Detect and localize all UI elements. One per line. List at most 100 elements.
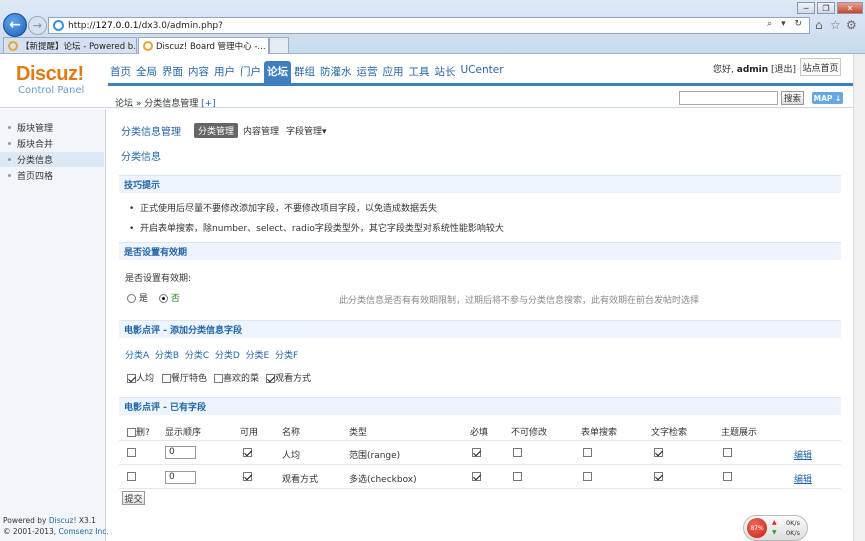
col-required: 必填 — [470, 428, 489, 438]
text-search-checkbox[interactable] — [654, 472, 663, 481]
nav-item-admin[interactable]: 站长 — [433, 61, 458, 83]
nav-item-group[interactable]: 群组 — [292, 61, 317, 83]
ie-tab-icon — [8, 40, 18, 51]
edit-link[interactable]: 编辑 — [794, 448, 812, 461]
network-monitor: 87% ▲ ▼ 0K/s 0K/s — [743, 515, 808, 541]
forward-button[interactable]: → — [28, 16, 47, 35]
powered-version: X3.1 — [78, 516, 96, 525]
admin-search-button[interactable]: 搜索 — [781, 91, 804, 105]
submit-button[interactable]: 提交 — [122, 491, 145, 505]
powered-brand[interactable]: Discuz! — [49, 516, 77, 525]
nav-item-style[interactable]: 界面 — [160, 61, 185, 83]
back-button[interactable]: ← — [3, 13, 27, 37]
nav-item-forum[interactable]: 论坛 — [264, 61, 291, 83]
nav-item-global[interactable]: 全局 — [134, 61, 159, 83]
add-shortcut-link[interactable]: [+] — [201, 99, 216, 109]
validity-radio-no[interactable]: 否 — [159, 291, 180, 304]
readonly-checkbox[interactable] — [513, 448, 522, 457]
field-option-renjun[interactable]: 人均 — [127, 371, 154, 384]
browser-tab-forum[interactable]: 【新提醒】论坛 - Powered b... — [3, 37, 137, 53]
nav-item-ucenter[interactable]: UCenter — [459, 61, 506, 83]
validity-radio-yes[interactable]: 是 — [127, 291, 148, 304]
powered-text: Powered by — [3, 516, 47, 525]
nav-item-user[interactable]: 用户 — [212, 61, 237, 83]
radio-yes[interactable] — [127, 294, 136, 303]
greeting: 您好, — [713, 65, 734, 75]
new-tab-button[interactable] — [269, 37, 289, 53]
delete-checkbox[interactable] — [127, 472, 136, 481]
col-enabled: 可用 — [240, 428, 259, 438]
readonly-checkbox[interactable] — [513, 472, 522, 481]
nav-item-tools[interactable]: 工具 — [407, 61, 432, 83]
category-b-link[interactable]: 分类B — [155, 351, 179, 361]
row-divider — [119, 488, 841, 489]
category-a-link[interactable]: 分类A — [125, 351, 149, 361]
order-input[interactable]: 0 — [165, 471, 196, 484]
col-delete: 删? — [127, 425, 150, 438]
col-show: 主题展示 — [721, 428, 758, 438]
breadcrumb-text: 论坛 » 分类信息管理 — [115, 99, 199, 109]
site-home-button[interactable]: 站点首页 — [800, 58, 841, 76]
tab-category-manage[interactable]: 分类管理 — [194, 123, 239, 138]
text-search-checkbox[interactable] — [654, 448, 663, 457]
checkbox[interactable] — [266, 374, 275, 383]
field-option-viewing[interactable]: 观看方式 — [266, 371, 311, 384]
bullet-icon — [8, 142, 11, 145]
sidebar-item-grid[interactable]: 首页四格 — [0, 168, 104, 183]
sidebar-item-threadtypes[interactable]: 分类信息 — [0, 152, 104, 167]
home-icon[interactable]: ⌂ — [815, 18, 823, 32]
sidebar-item-merge[interactable]: 版块合并 — [0, 136, 104, 151]
category-links: 分类A 分类B 分类C 分类D 分类E 分类F — [125, 348, 298, 361]
bullet-icon — [8, 126, 11, 129]
nav-item-operation[interactable]: 运营 — [355, 61, 380, 83]
enabled-checkbox[interactable] — [243, 448, 252, 457]
select-all-checkbox[interactable] — [127, 428, 136, 437]
tab-content-manage[interactable]: 内容管理 — [243, 124, 279, 137]
field-option-feature[interactable]: 餐厅特色 — [162, 371, 207, 384]
address-tools-icon[interactable]: ⌕ ▾ ↻ — [767, 19, 805, 29]
checkbox[interactable] — [162, 374, 171, 383]
company-link[interactable]: Comsenz Inc. — [59, 527, 109, 536]
map-button[interactable]: MAP ↓ — [812, 92, 843, 104]
address-bar[interactable]: http://127.0.0.1/dx3.0/admin.php? ⌕ ▾ ↻ — [48, 17, 810, 34]
show-checkbox[interactable] — [723, 472, 732, 481]
field-name: 人均 — [282, 451, 301, 461]
settings-gear-icon[interactable]: ⚙ — [846, 18, 857, 32]
window-close-button[interactable]: ✕ — [837, 2, 863, 14]
checkbox[interactable] — [127, 374, 136, 383]
radio-no[interactable] — [159, 294, 168, 303]
scrollbar[interactable] — [853, 54, 865, 541]
checkbox[interactable] — [214, 374, 223, 383]
form-search-checkbox[interactable] — [583, 472, 592, 481]
order-input[interactable]: 0 — [165, 446, 196, 459]
ie-tab-icon — [143, 41, 153, 51]
tab-field-manage[interactable]: 字段管理▾ — [286, 124, 327, 137]
favorites-star-icon[interactable]: ☆ — [830, 18, 841, 32]
tab-label: 【新提醒】论坛 - Powered b... — [21, 41, 137, 52]
required-checkbox[interactable] — [472, 472, 481, 481]
form-search-checkbox[interactable] — [583, 448, 592, 457]
nav-item-portal[interactable]: 门户 — [238, 61, 263, 83]
admin-search-input[interactable] — [679, 91, 778, 105]
delete-checkbox[interactable] — [127, 448, 136, 457]
logout-link[interactable]: [退出] — [771, 65, 796, 75]
nav-item-antispam[interactable]: 防灌水 — [318, 61, 354, 83]
bullet-icon — [8, 174, 11, 177]
category-d-link[interactable]: 分类D — [215, 351, 240, 361]
category-e-link[interactable]: 分类E — [246, 351, 270, 361]
sidebar-item-forums[interactable]: 版块管理 — [0, 120, 104, 135]
maximize-button[interactable]: ❐ — [817, 2, 835, 14]
minimize-button[interactable]: ─ — [797, 2, 815, 14]
edit-link[interactable]: 编辑 — [794, 472, 812, 485]
nav-item-home[interactable]: 首页 — [108, 61, 133, 83]
category-f-link[interactable]: 分类F — [275, 351, 298, 361]
browser-tab-admin[interactable]: Discuz! Board 管理中心 -... × — [138, 37, 269, 54]
logo-subtitle: Control Panel — [18, 85, 85, 96]
show-checkbox[interactable] — [723, 448, 732, 457]
category-c-link[interactable]: 分类C — [185, 351, 209, 361]
required-checkbox[interactable] — [472, 448, 481, 457]
field-option-dish[interactable]: 喜欢的菜 — [214, 371, 259, 384]
enabled-checkbox[interactable] — [243, 472, 252, 481]
nav-item-apps[interactable]: 应用 — [381, 61, 406, 83]
nav-item-content[interactable]: 内容 — [186, 61, 211, 83]
